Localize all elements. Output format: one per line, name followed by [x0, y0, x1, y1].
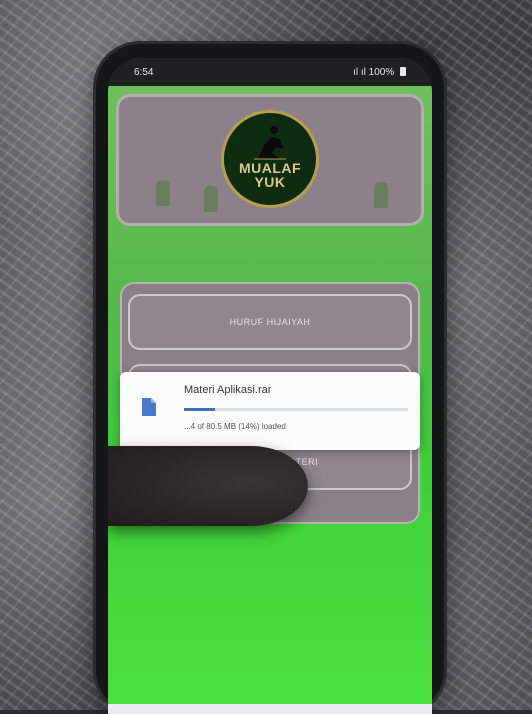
huruf-hijaiyah-button[interactable]: HURUF HIJAIYAH [128, 294, 412, 350]
header-card: MUALAF YUK [116, 94, 424, 226]
phone-frame: 6:54 ıl ıl 100% MUALAF YUK HURUF HIJAIYA… [96, 44, 444, 714]
download-progress-popup[interactable]: Materi Aplikasi.rar ...4 of 80.5 MB (14%… [120, 372, 420, 450]
status-indicators: ıl ıl 100% [353, 67, 406, 78]
lantern-ornament-icon [374, 182, 388, 208]
logo-text-line2: YUK [254, 174, 286, 190]
file-icon [142, 398, 156, 416]
navigation-bar [108, 704, 432, 714]
lantern-ornament-icon [156, 180, 170, 206]
download-progress-bar [184, 408, 408, 411]
signal-icons: ıl ıl [353, 67, 369, 78]
lantern-ornament-icon [204, 186, 218, 212]
app-logo: MUALAF YUK [221, 110, 319, 208]
praying-figure-icon [254, 126, 286, 160]
logo-text: MUALAF YUK [224, 161, 316, 189]
download-progress-fill [184, 408, 216, 411]
battery-percent: 100% [368, 67, 395, 78]
phone-screen: 6:54 ıl ıl 100% MUALAF YUK HURUF HIJAIYA… [108, 58, 432, 714]
battery-icon [400, 67, 406, 76]
logo-text-line1: MUALAF [238, 160, 302, 176]
download-file-name: Materi Aplikasi.rar [184, 384, 272, 396]
download-progress-text: ...4 of 80.5 MB (14%) loaded [184, 422, 286, 431]
finger-overlay [108, 446, 308, 526]
status-bar: 6:54 ıl ıl 100% [108, 58, 432, 86]
status-time: 6:54 [134, 67, 154, 78]
app-content: MUALAF YUK HURUF HIJAIYAH DOWNLOAD MATER… [108, 86, 432, 714]
